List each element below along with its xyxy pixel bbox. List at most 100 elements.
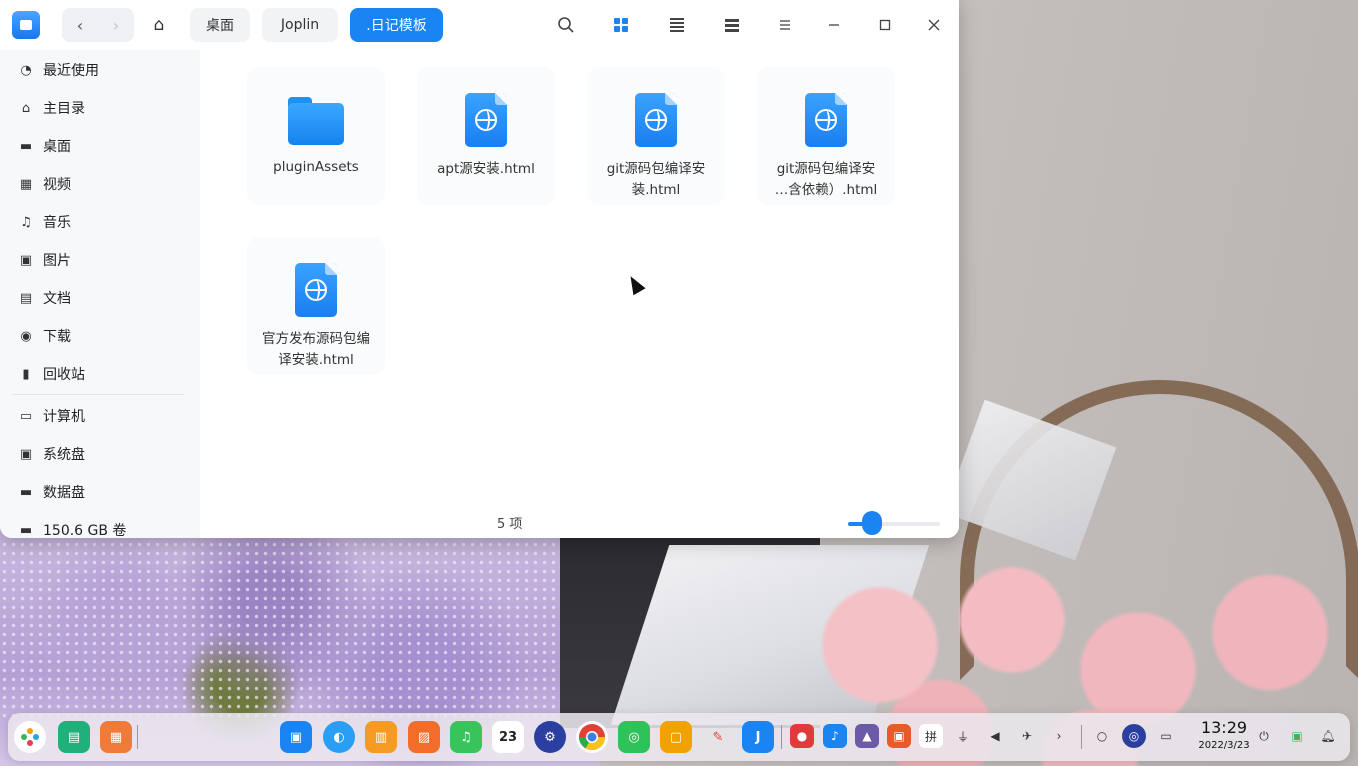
computer-icon: ▭ (19, 408, 33, 424)
network-icon[interactable]: ✈ (1015, 724, 1039, 748)
wechat-icon[interactable]: ◎ (618, 721, 650, 753)
download-icon: ◉ (20, 328, 32, 344)
input-method-icon[interactable]: 拼 (919, 724, 943, 748)
file-item-html[interactable]: apt源安装.html (417, 67, 555, 205)
document-icon: ▤ (19, 290, 33, 306)
sidebar-item-label: 最近使用 (43, 63, 99, 79)
assistant-icon[interactable]: ◎ (1122, 724, 1146, 748)
folder-icon (288, 97, 344, 145)
sidebar-item-data-disk[interactable]: ▬ 数据盘 (0, 476, 200, 508)
trash-icon: ▮ (22, 366, 30, 382)
html-file-icon (465, 93, 507, 147)
screenshot-icon[interactable]: ▢ (660, 721, 692, 753)
sidebar-item-label: 主目录 (43, 101, 85, 117)
sidebar-item-label: 系统盘 (43, 447, 85, 463)
menu-icon (780, 20, 790, 30)
icon-view-button[interactable] (608, 12, 634, 38)
image-viewer-icon[interactable]: ▨ (408, 721, 440, 753)
file-name: git源码包编译安 …含依赖）.html (774, 161, 878, 198)
sidebar-item-downloads[interactable]: ◉ 下载 (0, 320, 200, 352)
sidebar-item-videos[interactable]: ▦ 视频 (0, 168, 200, 200)
sidebar-item-documents[interactable]: ▤ 文档 (0, 282, 200, 314)
settings-icon[interactable]: ⚙ (534, 721, 566, 753)
file-item-html[interactable]: git源码包编译安 …含依赖）.html (757, 67, 895, 205)
minimize-button[interactable] (818, 9, 850, 41)
menu-button[interactable] (772, 12, 798, 38)
sidebar-item-home[interactable]: ⌂ 主目录 (0, 92, 200, 124)
breadcrumb-diary-template[interactable]: .日记模板 (350, 8, 443, 42)
file-name: apt源安装.html (437, 161, 535, 177)
sidebar-item-system-disk[interactable]: ▣ 系统盘 (0, 438, 200, 470)
sidebar-item-desktop[interactable]: ▬ 桌面 (0, 130, 200, 162)
tray-app-icon[interactable]: ● (790, 724, 814, 748)
sidebar-item-computer[interactable]: ▭ 计算机 (0, 400, 200, 432)
workspace-icon[interactable]: ▦ (100, 721, 132, 753)
usb-icon[interactable]: ⏚ (951, 724, 975, 748)
html-file-icon (635, 93, 677, 147)
keyboard-icon[interactable]: ▭ (1154, 724, 1178, 748)
sidebar-item-label: 文档 (43, 291, 71, 307)
sidebar-item-trash[interactable]: ▮ 回收站 (0, 358, 200, 390)
tray-app-icon[interactable]: ▣ (887, 724, 911, 748)
file-manager-icon[interactable]: ▣ (280, 721, 312, 753)
expand-tray-icon[interactable]: › (1047, 724, 1071, 748)
search-icon[interactable]: ○ (1090, 724, 1114, 748)
clock-time[interactable]: 13:29 (1194, 718, 1254, 737)
file-name: git源码包编译安 装.html (606, 161, 706, 198)
home-icon: ⌂ (21, 100, 31, 116)
launcher-icon[interactable] (14, 721, 46, 753)
close-button[interactable] (918, 9, 950, 41)
power-icon[interactable]: ⏻ (1252, 724, 1276, 748)
breadcrumb-desktop[interactable]: 桌面 (190, 8, 250, 42)
tray-app-icon[interactable]: ▲ (855, 724, 879, 748)
browser-icon[interactable]: ◐ (323, 721, 355, 753)
list-view-icon (670, 18, 684, 32)
sidebar-item-label: 150.6 GB 卷 (43, 523, 127, 538)
sidebar-item-music[interactable]: ♫ 音乐 (0, 206, 200, 238)
sidebar-divider (12, 394, 184, 395)
app-icon[interactable]: ✎ (702, 721, 734, 753)
tray-app-icon[interactable]: ♪ (823, 724, 847, 748)
picture-icon: ▣ (19, 252, 33, 268)
breadcrumb-joplin[interactable]: Joplin (262, 8, 338, 42)
zoom-slider-handle[interactable] (862, 511, 882, 535)
volume-icon[interactable]: ◀ (983, 724, 1007, 748)
back-button[interactable]: ‹ (62, 8, 98, 42)
music-player-icon[interactable]: ♫ (450, 721, 482, 753)
detail-view-button[interactable] (719, 12, 745, 38)
chrome-icon[interactable] (576, 721, 608, 753)
drive-icon: ▣ (19, 446, 33, 462)
file-name: 官方发布源码包编 译安装.html (262, 331, 370, 368)
file-item-folder[interactable]: pluginAssets (247, 67, 385, 205)
clock-date[interactable]: 2022/3/23 (1188, 740, 1260, 751)
taskbar-dock: ▤ ▦ ▣ ◐ ▥ ▨ ♫ 23 ⚙ ◎ ▢ ✎ J ● ♪ ▲ ▣ 拼 ⏚ ◀… (8, 713, 1350, 761)
sidebar-item-recent[interactable]: ◔ 最近使用 (0, 54, 200, 86)
sidebar-item-label: 音乐 (43, 215, 71, 231)
dock-separator (1081, 725, 1082, 749)
sidebar-item-label: 桌面 (43, 139, 71, 155)
breadcrumb-home-icon[interactable]: ⌂ (142, 8, 176, 42)
maximize-button[interactable] (869, 9, 901, 41)
sidebar-item-volume[interactable]: ▬ 150.6 GB 卷 (0, 514, 200, 539)
search-icon[interactable] (553, 12, 579, 38)
desktop-icon: ▬ (19, 138, 33, 154)
notification-bell-icon[interactable]: 🔔︎ (1316, 724, 1340, 748)
file-item-html[interactable]: git源码包编译安 装.html (587, 67, 725, 205)
music-icon: ♫ (20, 214, 32, 230)
navigation-buttons: ‹ › (62, 8, 134, 42)
calendar-icon[interactable]: 23 (492, 721, 524, 753)
file-view: pluginAssets apt源安装.html git源码包编译安 装.html… (200, 50, 959, 538)
app-store-icon[interactable]: ▥ (365, 721, 397, 753)
joplin-icon[interactable]: J (742, 721, 774, 753)
forward-button[interactable]: › (98, 8, 134, 42)
list-view-button[interactable] (664, 12, 690, 38)
file-name: pluginAssets (273, 159, 359, 175)
notification-app-icon[interactable]: ▣ (1285, 724, 1309, 748)
multitask-view-icon[interactable]: ▤ (58, 721, 90, 753)
sidebar-item-label: 计算机 (43, 409, 85, 425)
sidebar-item-pictures[interactable]: ▣ 图片 (0, 244, 200, 276)
maximize-icon (879, 19, 891, 31)
file-item-html[interactable]: 官方发布源码包编 译安装.html (247, 237, 385, 375)
sidebar: ◔ 最近使用 ⌂ 主目录 ▬ 桌面 ▦ 视频 ♫ 音乐 ▣ 图片 ▤ 文档 ◉ (0, 50, 200, 538)
close-icon (928, 19, 940, 31)
